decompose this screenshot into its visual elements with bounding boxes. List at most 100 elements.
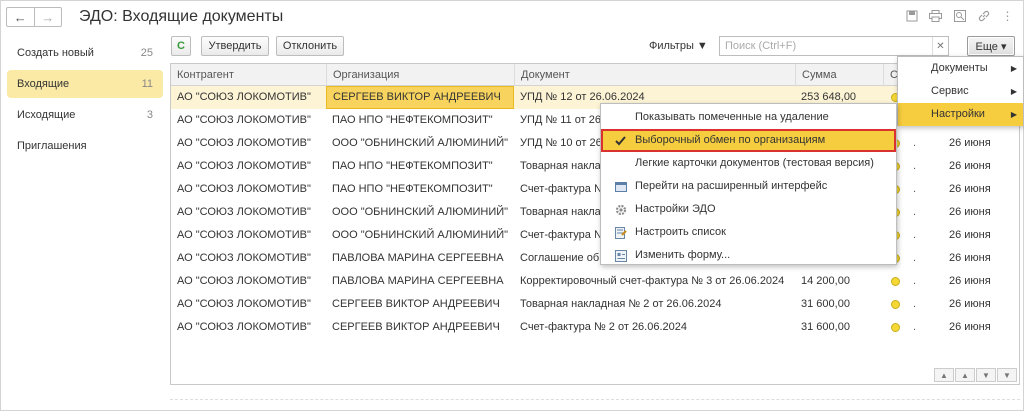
separator-dot: .	[913, 206, 917, 218]
more-vertical-icon[interactable]: ⋮	[1000, 8, 1015, 24]
sidebar-item-count: 25	[140, 47, 153, 59]
forward-button[interactable]: →	[33, 8, 62, 26]
sidebar-item-create-new[interactable]: Создать новый 25	[7, 39, 163, 67]
menu-item-label: Изменить форму...	[635, 249, 731, 261]
form-icon	[614, 249, 627, 262]
menu-item-settings[interactable]: Настройки ▶	[898, 103, 1023, 126]
menu-item-label: Перейти на расширенный интерфейс	[635, 180, 828, 192]
cell-organization: ООО "ОБНИНСКИЙ АЛЮМИНИЙ"	[332, 229, 509, 241]
sidebar-item-outgoing[interactable]: Исходящие 3	[7, 101, 163, 129]
menu-item-change-form[interactable]: Изменить форму...	[601, 244, 896, 267]
chevron-right-icon: ▶	[1010, 110, 1017, 119]
cell-date: 26 июня	[949, 298, 991, 310]
search-placeholder: Поиск (Ctrl+F)	[725, 40, 797, 52]
back-button[interactable]: ←	[7, 8, 34, 26]
cell-contractor: АО "СОЮЗ ЛОКОМОТИВ"	[177, 91, 311, 103]
search-icon[interactable]	[952, 8, 967, 24]
separator-dot: .	[913, 321, 917, 333]
cell-date: 26 июня	[949, 321, 991, 333]
sidebar-item-invitations[interactable]: Приглашения	[7, 132, 163, 160]
approve-button[interactable]: Утвердить	[201, 36, 269, 56]
chevron-right-icon: ▶	[1010, 64, 1017, 73]
menu-item-extended-interface[interactable]: Перейти на расширенный интерфейс	[601, 175, 896, 198]
column-header-sum[interactable]: Сумма	[795, 64, 883, 86]
cell-organization: ООО "ОБНИНСКИЙ АЛЮМИНИЙ"	[332, 206, 509, 218]
menu-item-label: Выборочный обмен по организациям	[635, 134, 826, 146]
menu-item-selective-exchange[interactable]: Выборочный обмен по организациям	[601, 129, 896, 152]
cell-contractor: АО "СОЮЗ ЛОКОМОТИВ"	[177, 229, 311, 241]
menu-item-label: Настройки ЭДО	[635, 203, 716, 215]
more-button[interactable]: Еще ▾	[967, 36, 1015, 56]
cell-contractor: АО "СОЮЗ ЛОКОМОТИВ"	[177, 252, 311, 264]
menu-item-documents[interactable]: Документы ▶	[898, 57, 1023, 80]
separator-dot: .	[913, 275, 917, 287]
more-menu: Документы ▶ Сервис ▶ Настройки ▶	[897, 56, 1024, 126]
clear-icon[interactable]: ✕	[932, 37, 948, 55]
cell-date: 26 июня	[949, 229, 991, 241]
table-row[interactable]: АО "СОЮЗ ЛОКОМОТИВ" СЕРГЕЕВ ВИКТОР АНДРЕЕ…	[171, 316, 1019, 339]
status-dot-icon	[891, 300, 900, 309]
reject-button[interactable]: Отклонить	[276, 36, 344, 56]
cell-document: Товарная накладная № 2 от 26.06.2024	[520, 298, 722, 310]
print-icon[interactable]	[928, 8, 943, 24]
navigation-group: ← →	[6, 7, 62, 27]
header-icons: ⋮	[904, 8, 1015, 24]
check-icon	[614, 134, 627, 147]
cell-organization: СЕРГЕЕВ ВИКТОР АНДРЕЕВИЧ	[332, 298, 500, 310]
sidebar-item-label: Входящие	[17, 78, 70, 90]
column-header-organization[interactable]: Организация	[326, 64, 514, 86]
menu-item-light-cards[interactable]: Легкие карточки документов (тестовая вер…	[601, 152, 896, 175]
cell-organization: ПАО НПО "НЕФТЕКОМПОЗИТ"	[332, 160, 493, 172]
app-window: ← → ЭДО: Входящие документы ⋮ Создать но…	[0, 0, 1024, 411]
filters-toggle[interactable]: Фильтры ▼	[649, 40, 708, 52]
sidebar-item-incoming[interactable]: Входящие 11	[7, 70, 163, 98]
cell-organization: ООО "ОБНИНСКИЙ АЛЮМИНИЙ"	[332, 137, 509, 149]
menu-item-service[interactable]: Сервис ▶	[898, 80, 1023, 103]
cell-organization: ПАВЛОВА МАРИНА СЕРГЕЕВНА	[332, 275, 504, 287]
cell-organization: ПАВЛОВА МАРИНА СЕРГЕЕВНА	[332, 252, 504, 264]
cell-sum: 14 200,00	[801, 275, 850, 287]
menu-item-show-deleted[interactable]: Показывать помеченные на удаление	[601, 106, 896, 129]
sidebar-item-label: Создать новый	[17, 47, 94, 59]
refresh-button[interactable]: C	[171, 36, 191, 56]
column-header-contractor[interactable]: Контрагент	[171, 64, 326, 86]
table-row[interactable]: АО "СОЮЗ ЛОКОМОТИВ" ПАВЛОВА МАРИНА СЕРГЕЕ…	[171, 270, 1019, 293]
cell-contractor: АО "СОЮЗ ЛОКОМОТИВ"	[177, 275, 311, 287]
status-dot-icon	[891, 277, 900, 286]
cell-contractor: АО "СОЮЗ ЛОКОМОТИВ"	[177, 183, 311, 195]
search-input[interactable]: Поиск (Ctrl+F) ✕	[719, 36, 949, 56]
menu-item-configure-list[interactable]: Настроить список	[601, 221, 896, 244]
menu-item-label: Легкие карточки документов (тестовая вер…	[635, 157, 874, 169]
gear-icon	[614, 203, 627, 216]
menu-item-edo-settings[interactable]: Настройки ЭДО	[601, 198, 896, 221]
sidebar: Создать новый 25 Входящие 11 Исходящие 3…	[7, 39, 163, 163]
menu-item-label: Показывать помеченные на удаление	[635, 111, 829, 123]
link-icon[interactable]	[976, 8, 991, 24]
scroll-up-icon[interactable]: ▲	[955, 368, 975, 382]
separator-dot: .	[913, 298, 917, 310]
divider	[170, 399, 1020, 400]
status-dot-icon	[891, 323, 900, 332]
menu-item-label: Настройки	[931, 108, 985, 120]
separator-dot: .	[913, 229, 917, 241]
scroll-down-icon[interactable]: ▼	[976, 368, 996, 382]
toolbar: C Утвердить Отклонить Фильтры ▼ Поиск (C…	[171, 36, 1019, 58]
cell-date: 26 июня	[949, 252, 991, 264]
cell-date: 26 июня	[949, 275, 991, 287]
chevron-right-icon: ▶	[1010, 87, 1017, 96]
interface-icon	[614, 180, 627, 193]
save-icon[interactable]	[904, 8, 919, 24]
cell-document: Корректировочный счет-фактура № 3 от 26.…	[520, 275, 785, 287]
list-settings-icon	[614, 226, 627, 239]
scroll-last-icon[interactable]: ▼	[997, 368, 1017, 382]
column-header-document[interactable]: Документ	[514, 64, 795, 86]
cell-contractor: АО "СОЮЗ ЛОКОМОТИВ"	[177, 298, 311, 310]
menu-item-label: Настроить список	[635, 226, 726, 238]
cell-contractor: АО "СОЮЗ ЛОКОМОТИВ"	[177, 137, 311, 149]
table-row[interactable]: АО "СОЮЗ ЛОКОМОТИВ" СЕРГЕЕВ ВИКТОР АНДРЕЕ…	[171, 293, 1019, 316]
cell-date: 26 июня	[949, 206, 991, 218]
refresh-icon: C	[177, 40, 185, 52]
cell-contractor: АО "СОЮЗ ЛОКОМОТИВ"	[177, 114, 311, 126]
scroll-first-icon[interactable]: ▲	[934, 368, 954, 382]
cell-organization: СЕРГЕЕВ ВИКТОР АНДРЕЕВИЧ	[326, 86, 514, 109]
